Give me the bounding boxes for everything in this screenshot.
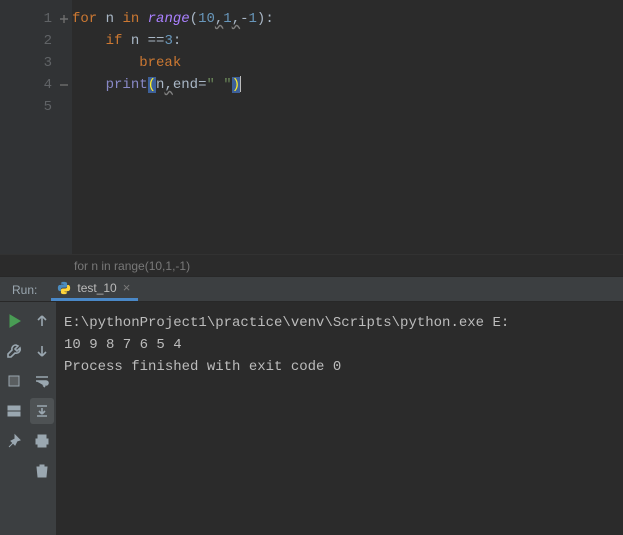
line-number-2: 2 <box>44 30 52 52</box>
console-line: 10 9 8 7 6 5 4 <box>64 334 615 356</box>
run-tool-right-column <box>28 302 56 535</box>
run-tool-body: E:\pythonProject1\practice\venv\Scripts\… <box>0 302 623 535</box>
kwarg-end: end <box>173 77 198 93</box>
line-number: 1 <box>0 8 72 30</box>
line-number: 3 <box>0 52 72 74</box>
space <box>139 11 147 27</box>
pin-icon[interactable] <box>2 428 26 454</box>
builtin-range: range <box>148 11 190 27</box>
line-number-4: 4 <box>44 74 52 96</box>
string-space: " " <box>206 77 231 93</box>
code-editor: 1 2 3 4 5 for n in range(10,1,-1): if n … <box>0 0 623 254</box>
run-tab-label: test_10 <box>77 281 116 295</box>
line-number-3: 3 <box>44 52 52 74</box>
run-tab[interactable]: test_10 × <box>51 277 138 301</box>
code-line-3[interactable]: break <box>72 52 623 74</box>
fold-end-icon[interactable] <box>58 79 70 91</box>
code-line-5[interactable] <box>72 96 623 118</box>
down-arrow-icon[interactable] <box>30 338 54 364</box>
keyword-in: in <box>122 11 139 27</box>
console-line: E:\pythonProject1\practice\venv\Scripts\… <box>64 312 615 334</box>
rerun-button[interactable] <box>2 308 26 334</box>
lparen: ( <box>190 11 198 27</box>
comma: , <box>232 11 240 27</box>
keyword-for: for <box>72 11 97 27</box>
num-1b: 1 <box>249 11 257 27</box>
run-tool-header: Run: test_10 × <box>0 276 623 302</box>
keyword-break: break <box>139 55 181 71</box>
minus: - <box>240 11 248 27</box>
code-line-1[interactable]: for n in range(10,1,-1): <box>72 8 623 30</box>
run-tool-left-column <box>0 302 28 535</box>
colon: : <box>173 33 181 49</box>
editor-gutter: 1 2 3 4 5 <box>0 0 72 254</box>
breadcrumb[interactable]: for n in range(10,1,-1) <box>0 254 623 276</box>
layout-icon[interactable] <box>2 398 26 424</box>
code-area[interactable]: for n in range(10,1,-1): if n ==3: break… <box>72 0 623 254</box>
wrench-icon[interactable] <box>2 338 26 364</box>
comma: , <box>164 77 172 93</box>
var-n: n <box>97 11 122 27</box>
python-icon <box>57 281 71 295</box>
soft-wrap-icon[interactable] <box>30 368 54 394</box>
line-number-5: 5 <box>44 96 52 118</box>
up-arrow-icon[interactable] <box>30 308 54 334</box>
close-icon[interactable]: × <box>123 280 131 295</box>
rparen-match: ) <box>232 77 240 93</box>
caret-icon <box>240 76 241 92</box>
print-icon[interactable] <box>30 428 54 454</box>
console-output[interactable]: E:\pythonProject1\practice\venv\Scripts\… <box>56 302 623 535</box>
run-label: Run: <box>6 279 43 301</box>
line-number: 2 <box>0 30 72 52</box>
code-line-2[interactable]: if n ==3: <box>72 30 623 52</box>
stop-button[interactable] <box>2 368 26 394</box>
num-10: 10 <box>198 11 215 27</box>
fold-icon[interactable] <box>58 13 70 25</box>
num-3: 3 <box>164 33 172 49</box>
keyword-if: if <box>106 33 123 49</box>
scroll-to-end-icon[interactable] <box>30 398 54 424</box>
fn-print: print <box>106 77 148 93</box>
console-line: Process finished with exit code 0 <box>64 356 615 378</box>
colon: : <box>265 11 273 27</box>
trash-icon[interactable] <box>30 458 54 484</box>
code-line-4[interactable]: print(n,end=" ") <box>72 74 623 96</box>
line-number-1: 1 <box>44 8 52 30</box>
line-number: 4 <box>0 74 72 96</box>
num-1: 1 <box>223 11 231 27</box>
line-number: 5 <box>0 96 72 118</box>
lparen-match: ( <box>148 77 156 93</box>
expr: n == <box>122 33 164 49</box>
